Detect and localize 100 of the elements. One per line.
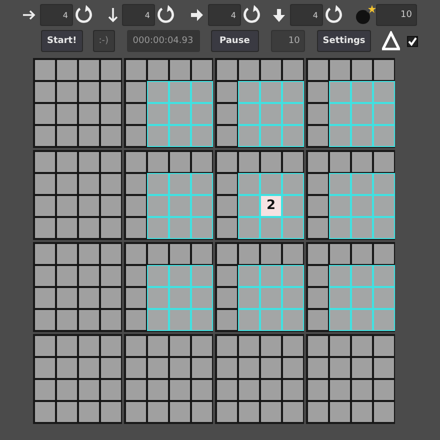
covered-cell[interactable]	[238, 401, 260, 423]
covered-cell[interactable]	[282, 59, 304, 81]
mine-count-field[interactable]: 10	[376, 4, 417, 26]
covered-cell[interactable]	[191, 379, 213, 401]
covered-cell[interactable]	[169, 243, 191, 265]
covered-cell[interactable]	[307, 81, 329, 103]
covered-cell[interactable]	[78, 59, 100, 81]
covered-cell[interactable]	[34, 335, 56, 357]
covered-cell[interactable]	[56, 335, 78, 357]
covered-cell[interactable]	[329, 335, 351, 357]
covered-cell[interactable]	[100, 173, 122, 195]
covered-cell[interactable]	[56, 379, 78, 401]
covered-cell[interactable]	[56, 243, 78, 265]
covered-cell[interactable]	[56, 309, 78, 331]
covered-cell[interactable]	[147, 401, 169, 423]
covered-cell[interactable]	[238, 335, 260, 357]
covered-cell[interactable]	[125, 287, 147, 309]
covered-cell[interactable]	[147, 59, 169, 81]
covered-cell[interactable]	[78, 335, 100, 357]
covered-cell[interactable]	[147, 379, 169, 401]
covered-cell[interactable]	[238, 357, 260, 379]
covered-cell[interactable]	[216, 379, 238, 401]
covered-cell[interactable]	[125, 173, 147, 195]
covered-cell[interactable]	[307, 195, 329, 217]
covered-cell[interactable]	[307, 59, 329, 81]
covered-cell[interactable]	[260, 379, 282, 401]
covered-cell[interactable]	[191, 151, 213, 173]
covered-cell[interactable]	[216, 59, 238, 81]
covered-cell[interactable]	[78, 265, 100, 287]
covered-cell[interactable]	[307, 243, 329, 265]
covered-cell[interactable]	[34, 173, 56, 195]
covered-cell[interactable]	[216, 335, 238, 357]
covered-cell[interactable]	[56, 401, 78, 423]
covered-cell[interactable]	[282, 335, 304, 357]
covered-cell[interactable]	[351, 151, 373, 173]
settings-button[interactable]: Settings	[316, 30, 372, 52]
covered-cell[interactable]	[216, 81, 238, 103]
covered-cell[interactable]	[216, 151, 238, 173]
covered-cell[interactable]	[56, 59, 78, 81]
covered-cell[interactable]	[56, 151, 78, 173]
covered-cell[interactable]	[169, 335, 191, 357]
covered-cell[interactable]	[216, 287, 238, 309]
covered-cell[interactable]	[191, 335, 213, 357]
covered-cell[interactable]	[78, 151, 100, 173]
covered-cell[interactable]	[307, 379, 329, 401]
covered-cell[interactable]	[260, 335, 282, 357]
covered-cell[interactable]	[34, 265, 56, 287]
covered-cell[interactable]	[238, 243, 260, 265]
covered-cell[interactable]	[147, 357, 169, 379]
covered-cell[interactable]	[238, 151, 260, 173]
covered-cell[interactable]	[329, 357, 351, 379]
covered-cell[interactable]	[125, 401, 147, 423]
covered-cell[interactable]	[100, 195, 122, 217]
covered-cell[interactable]	[125, 59, 147, 81]
size-field[interactable]: 4	[122, 4, 155, 26]
covered-cell[interactable]	[282, 243, 304, 265]
covered-cell[interactable]	[216, 357, 238, 379]
covered-cell[interactable]	[216, 401, 238, 423]
covered-cell[interactable]	[216, 217, 238, 239]
covered-cell[interactable]	[216, 243, 238, 265]
covered-cell[interactable]	[147, 151, 169, 173]
covered-cell[interactable]	[125, 151, 147, 173]
covered-cell[interactable]	[56, 173, 78, 195]
covered-cell[interactable]	[56, 195, 78, 217]
covered-cell[interactable]	[169, 59, 191, 81]
covered-cell[interactable]	[125, 103, 147, 125]
covered-cell[interactable]	[56, 125, 78, 147]
covered-cell[interactable]	[100, 309, 122, 331]
triangle-icon[interactable]	[382, 31, 400, 51]
covered-cell[interactable]	[78, 103, 100, 125]
covered-cell[interactable]	[260, 357, 282, 379]
covered-cell[interactable]	[100, 103, 122, 125]
covered-cell[interactable]	[100, 81, 122, 103]
covered-cell[interactable]	[216, 125, 238, 147]
covered-cell[interactable]	[260, 243, 282, 265]
covered-cell[interactable]	[34, 379, 56, 401]
covered-cell[interactable]	[373, 243, 395, 265]
covered-cell[interactable]	[373, 335, 395, 357]
covered-cell[interactable]	[216, 173, 238, 195]
covered-cell[interactable]	[216, 309, 238, 331]
size-field[interactable]: 4	[40, 4, 73, 26]
covered-cell[interactable]	[307, 217, 329, 239]
covered-cell[interactable]	[78, 309, 100, 331]
covered-cell[interactable]	[260, 401, 282, 423]
covered-cell[interactable]	[34, 243, 56, 265]
covered-cell[interactable]	[238, 379, 260, 401]
covered-cell[interactable]	[34, 401, 56, 423]
covered-cell[interactable]	[56, 217, 78, 239]
covered-cell[interactable]	[34, 59, 56, 81]
covered-cell[interactable]	[191, 243, 213, 265]
covered-cell[interactable]	[282, 151, 304, 173]
rotate-icon[interactable]	[156, 5, 176, 25]
covered-cell[interactable]	[351, 401, 373, 423]
covered-cell[interactable]	[125, 357, 147, 379]
covered-cell[interactable]	[147, 243, 169, 265]
covered-cell[interactable]	[125, 125, 147, 147]
covered-cell[interactable]	[100, 401, 122, 423]
covered-cell[interactable]	[78, 379, 100, 401]
covered-cell[interactable]	[100, 217, 122, 239]
covered-cell[interactable]	[147, 335, 169, 357]
